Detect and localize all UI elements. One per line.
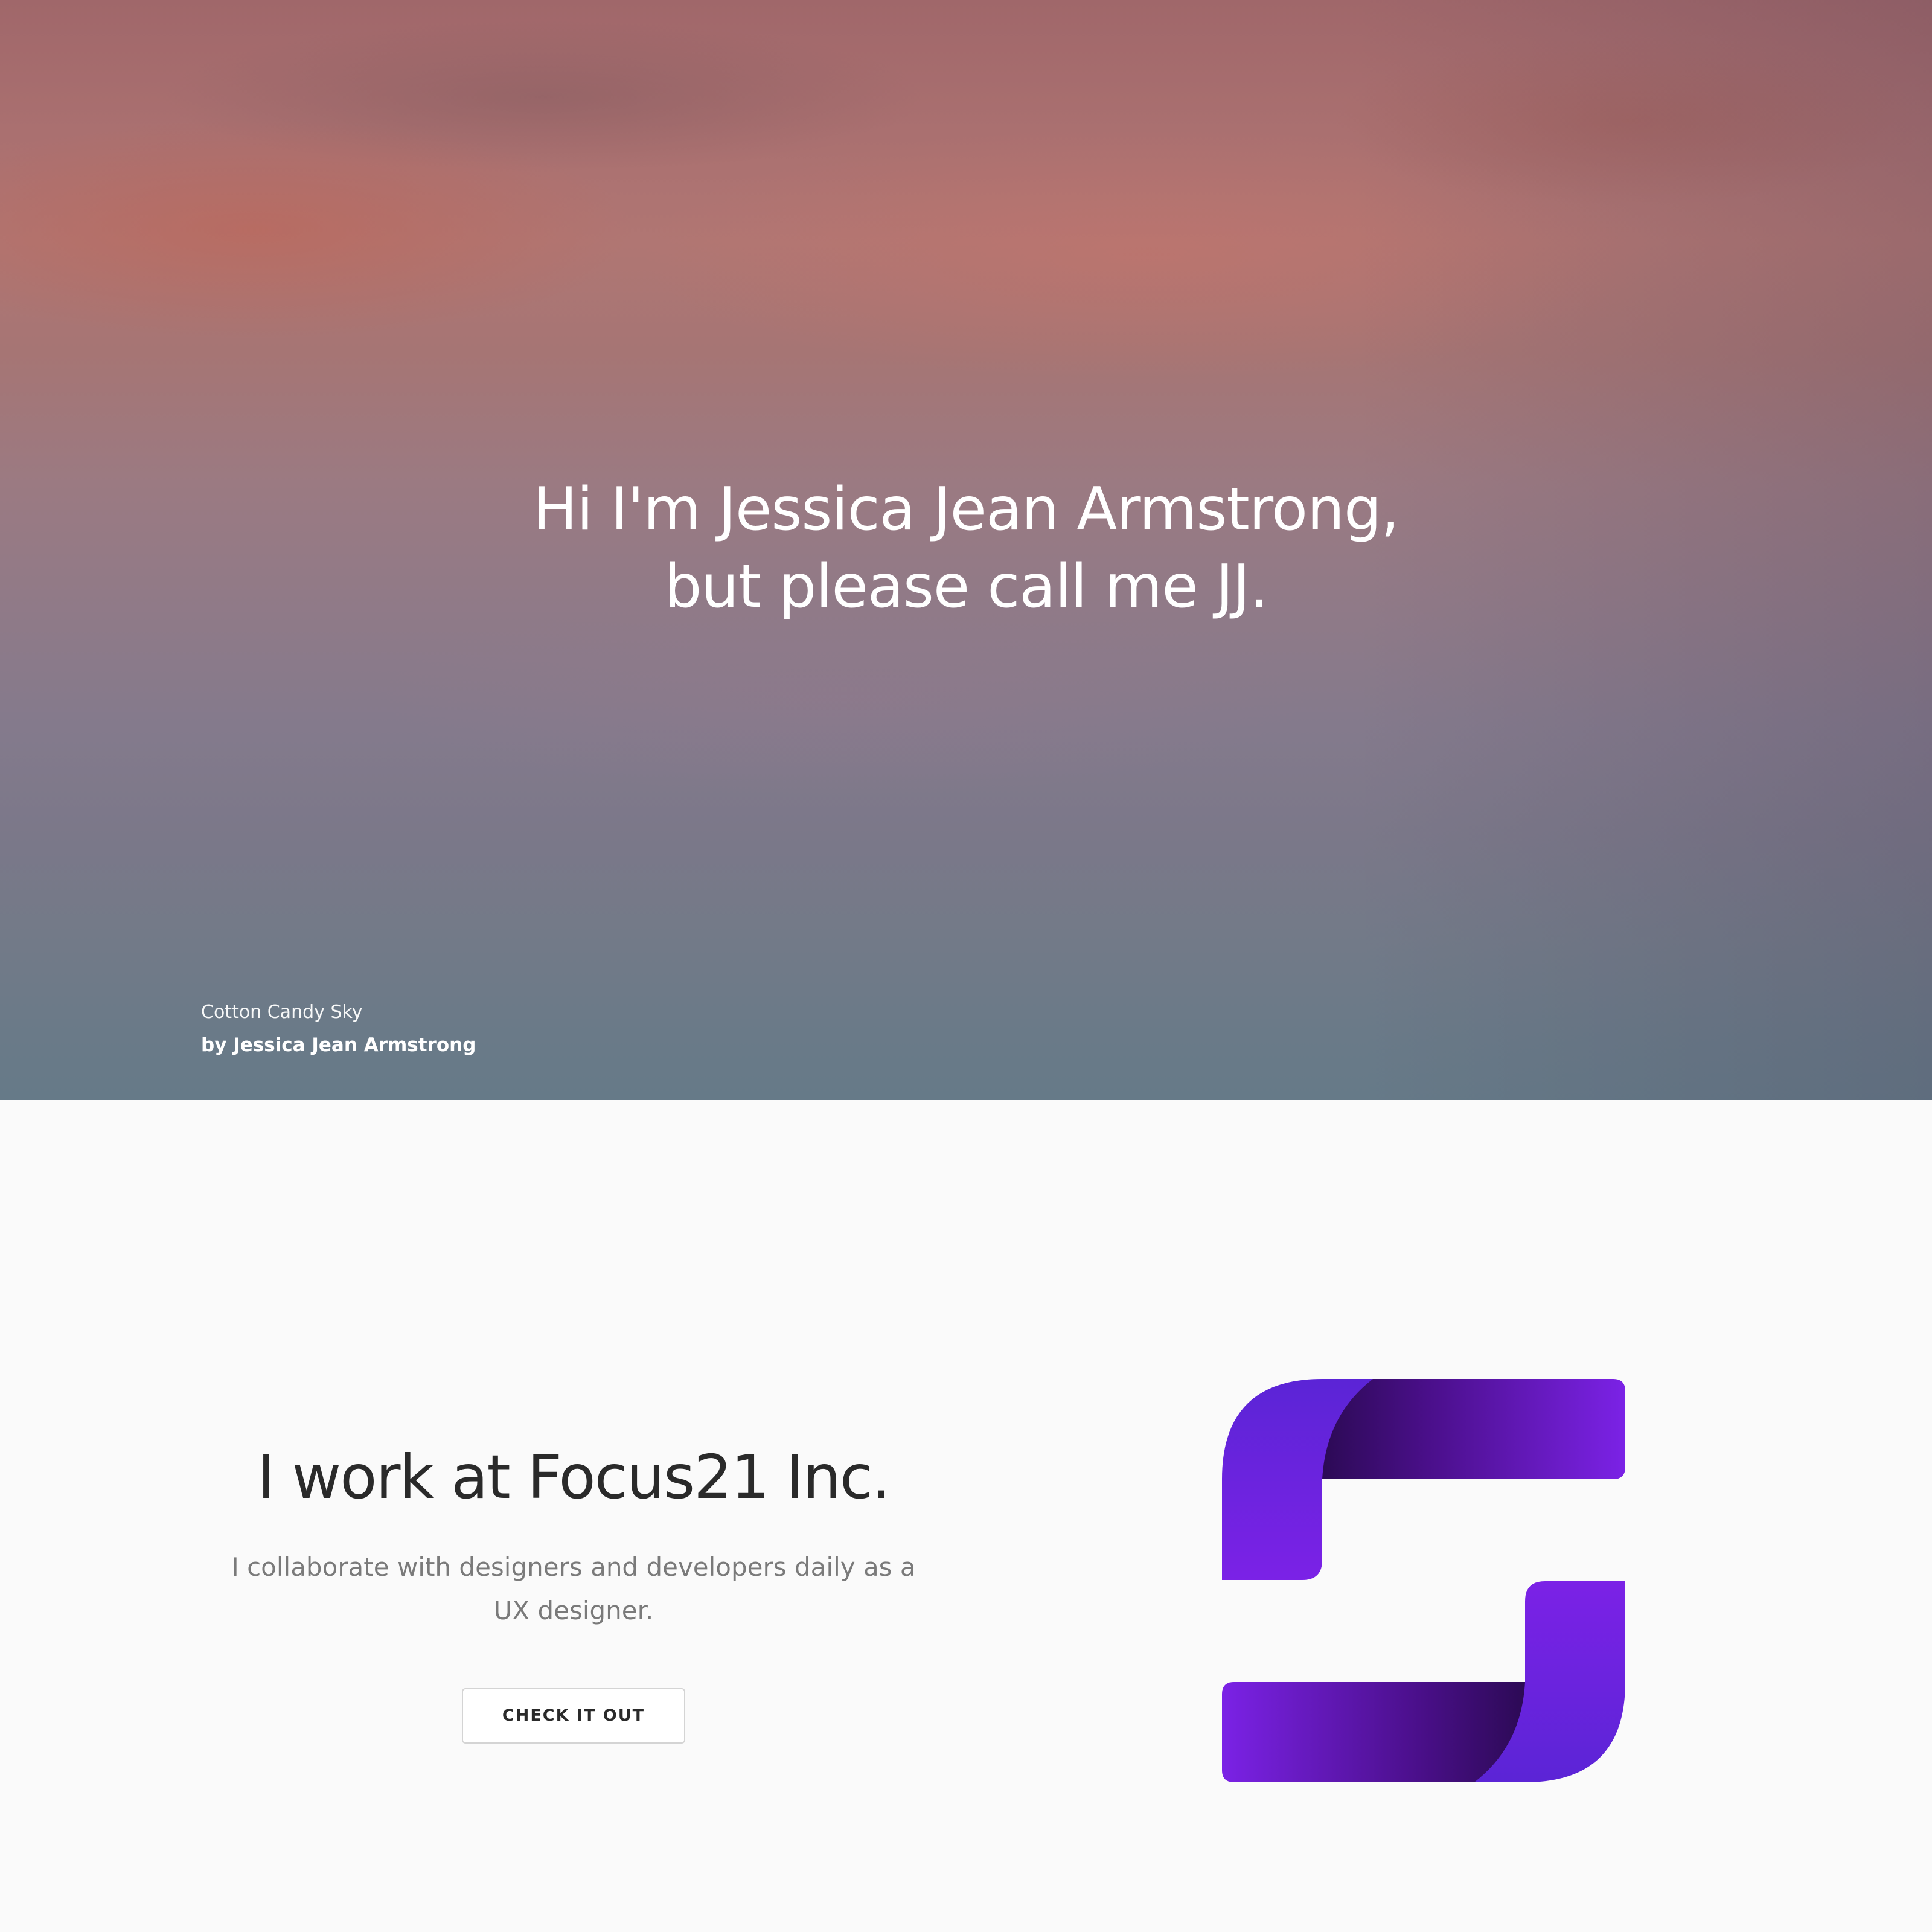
work-heading: I work at Focus21 Inc. xyxy=(257,1442,891,1512)
focus21-logo-icon xyxy=(1222,1379,1625,1782)
hero-title: Hi I'm Jessica Jean Armstrong, but pleas… xyxy=(0,471,1932,625)
hero-banner: Hi I'm Jessica Jean Armstrong, but pleas… xyxy=(0,0,1932,1100)
logo-top-bar xyxy=(1322,1379,1625,1479)
check-it-out-button[interactable]: CHECK IT OUT xyxy=(462,1688,685,1744)
photo-author: by Jessica Jean Armstrong xyxy=(201,1034,476,1056)
logo-bottom-bar xyxy=(1222,1682,1525,1782)
photo-credit: Cotton Candy Sky by Jessica Jean Armstro… xyxy=(201,996,476,1061)
work-section: I work at Focus21 Inc. I collaborate wit… xyxy=(0,1100,1932,1932)
photo-title: Cotton Candy Sky xyxy=(201,1002,363,1023)
hero-title-line-1: Hi I'm Jessica Jean Armstrong, xyxy=(533,475,1400,544)
work-text-block: I work at Focus21 Inc. I collaborate wit… xyxy=(217,1438,930,1744)
work-description: I collaborate with designers and develop… xyxy=(231,1552,916,1625)
hero-title-line-2: but please call me JJ. xyxy=(664,552,1268,621)
